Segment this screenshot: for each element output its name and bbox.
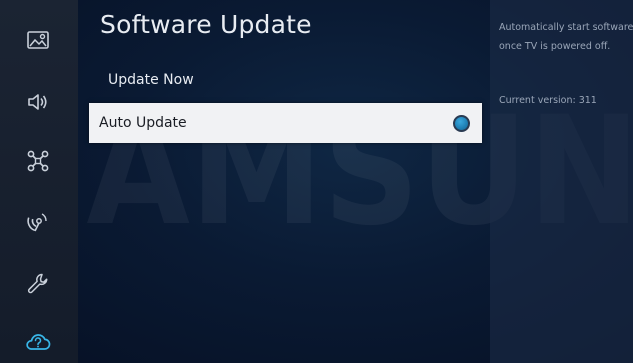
support-cloud-icon — [26, 334, 51, 350]
description-panel: Automatically start software updates onc… — [490, 0, 633, 363]
sidebar-item-sound[interactable] — [22, 86, 54, 118]
auto-update-label: Auto Update — [99, 115, 187, 131]
tv-settings-screen: SAMSUNG — [0, 0, 633, 363]
auto-update-toggle-indicator[interactable] — [453, 114, 470, 132]
sidebar-item-general[interactable] — [22, 268, 54, 300]
sidebar-item-connection[interactable] — [22, 145, 54, 177]
update-now-item[interactable]: Update Now — [108, 72, 194, 88]
sidebar-item-picture[interactable] — [22, 24, 54, 56]
sidebar-item-support[interactable] — [22, 327, 54, 359]
picture-icon — [27, 31, 49, 49]
settings-sidebar — [0, 0, 78, 363]
auto-update-item[interactable]: Auto Update — [89, 103, 482, 143]
page-title: Software Update — [100, 10, 312, 39]
wrench-icon — [27, 273, 48, 294]
sound-icon — [28, 94, 47, 110]
auto-update-description: Automatically start software updates onc… — [499, 22, 633, 52]
software-update-menu: Software Update Update Now Auto Update — [78, 0, 490, 363]
connection-icon — [27, 150, 49, 172]
sidebar-item-broadcasting[interactable] — [22, 205, 54, 237]
broadcast-icon — [27, 213, 47, 232]
current-version-text: Current version: 311 — [499, 95, 597, 106]
